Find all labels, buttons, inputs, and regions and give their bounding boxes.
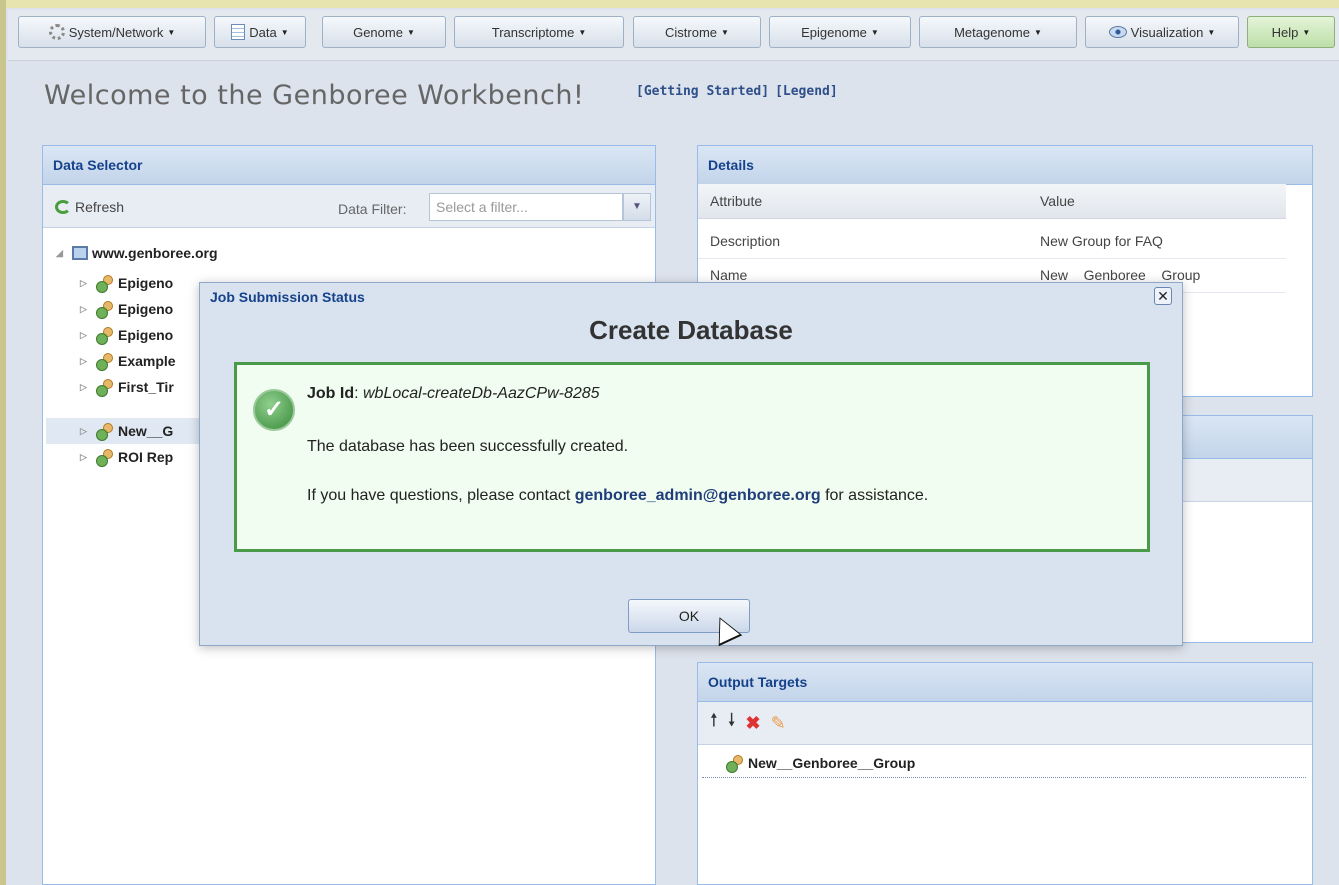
tree-item[interactable]: ▷ Epigeno bbox=[80, 272, 173, 294]
group-icon bbox=[96, 423, 114, 441]
data-selector-toolbar: Refresh Data Filter: Select a filter... … bbox=[43, 185, 655, 228]
divider bbox=[702, 777, 1306, 778]
tree-item[interactable]: ▷ New__G bbox=[80, 420, 173, 442]
output-targets-toolbar: 🠕 🠗 ✖ ✎ bbox=[698, 702, 1312, 745]
document-icon bbox=[231, 24, 246, 40]
caret-down-icon: ▼ bbox=[280, 27, 289, 37]
caret-down-icon: ▼ bbox=[870, 27, 879, 37]
caret-down-icon: ▼ bbox=[1302, 27, 1311, 37]
page-title: Welcome to the Genboree Workbench! bbox=[44, 80, 585, 111]
caret-down-icon: ▼ bbox=[406, 27, 415, 37]
epigenome-menu[interactable]: Epigenome ▼ bbox=[769, 16, 911, 48]
expand-icon[interactable]: ▷ bbox=[80, 356, 92, 367]
transcriptome-menu[interactable]: Transcriptome ▼ bbox=[454, 16, 624, 48]
metagenome-menu[interactable]: Metagenome ▼ bbox=[919, 16, 1077, 48]
group-icon bbox=[96, 353, 114, 371]
job-id-value: wbLocal-createDb-AazCPw-8285 bbox=[363, 385, 600, 402]
legend-link[interactable]: [Legend] bbox=[775, 84, 838, 99]
caret-down-icon: ▼ bbox=[167, 27, 176, 37]
success-message-box: ✓ Job Id: wbLocal-createDb-AazCPw-8285 T… bbox=[234, 362, 1150, 552]
expand-icon[interactable]: ▷ bbox=[80, 278, 92, 289]
data-filter-label: Data Filter: bbox=[338, 201, 407, 217]
refresh-button[interactable]: Refresh bbox=[55, 199, 124, 215]
column-header-value[interactable]: Value bbox=[1040, 193, 1075, 209]
group-icon bbox=[96, 327, 114, 345]
dialog-title: Job Submission Status bbox=[210, 289, 365, 305]
group-icon bbox=[726, 755, 744, 773]
move-up-icon[interactable]: 🠕 bbox=[710, 708, 718, 738]
main-toolbar: System/Network ▼ Data ▼ Genome ▼ Transcript… bbox=[8, 10, 1339, 61]
expand-icon[interactable]: ▷ bbox=[80, 304, 92, 315]
job-submission-dialog: Job Submission Status ✕ Create Database … bbox=[199, 282, 1183, 646]
details-title: Details bbox=[698, 146, 1312, 185]
group-icon bbox=[96, 275, 114, 293]
help-menu[interactable]: Help ▼ bbox=[1247, 16, 1335, 48]
close-icon[interactable]: ✕ bbox=[1154, 287, 1172, 305]
tree-item[interactable]: ▷ First_Tir bbox=[80, 376, 174, 398]
visualization-menu[interactable]: Visualization ▼ bbox=[1085, 16, 1239, 48]
group-icon bbox=[96, 449, 114, 467]
welcome-links: [Getting Started] [Legend] bbox=[636, 84, 844, 99]
tree-item[interactable]: ▷ Epigeno bbox=[80, 298, 173, 320]
group-icon bbox=[96, 379, 114, 397]
getting-started-link[interactable]: [Getting Started] bbox=[636, 84, 769, 99]
output-targets-title: Output Targets bbox=[698, 663, 1312, 702]
caret-down-icon: ▼ bbox=[721, 27, 729, 37]
gear-icon bbox=[48, 24, 65, 40]
eraser-icon[interactable]: ✎ bbox=[771, 713, 786, 734]
system-network-menu[interactable]: System/Network ▼ bbox=[18, 16, 206, 48]
table-row: Description New Group for FAQ bbox=[698, 224, 1286, 259]
cistrome-menu[interactable]: Cistrome ▼ bbox=[633, 16, 761, 48]
success-message: The database has been successfully creat… bbox=[307, 438, 629, 455]
computer-icon bbox=[72, 246, 88, 260]
output-targets-panel: Output Targets 🠕 🠗 ✖ ✎ New__Genboree__Gr… bbox=[697, 662, 1313, 885]
expand-icon[interactable]: ▷ bbox=[80, 330, 92, 341]
caret-down-icon: ▼ bbox=[1207, 27, 1216, 37]
remove-icon[interactable]: ✖ bbox=[745, 713, 760, 734]
dialog-heading: Create Database bbox=[589, 315, 793, 345]
tree-item[interactable]: ▷ Epigeno bbox=[80, 324, 173, 346]
expand-icon[interactable]: ▷ bbox=[80, 382, 92, 393]
contact-email-link[interactable]: genboree_admin@genboree.org bbox=[575, 487, 821, 504]
job-id-line: Job Id: wbLocal-createDb-AazCPw-8285 bbox=[307, 385, 600, 402]
collapse-icon[interactable]: ◢ bbox=[56, 248, 68, 259]
expand-icon[interactable]: ▷ bbox=[80, 452, 92, 463]
expand-icon[interactable]: ▷ bbox=[80, 426, 92, 437]
column-header-attribute[interactable]: Attribute bbox=[710, 193, 762, 209]
tree-item[interactable]: ▷ ROI Rep bbox=[80, 446, 173, 468]
contact-message: If you have questions, please contact ge… bbox=[307, 487, 929, 504]
chevron-down-icon[interactable]: ▼ bbox=[623, 193, 651, 221]
genome-menu[interactable]: Genome ▼ bbox=[322, 16, 446, 48]
move-down-icon[interactable]: 🠗 bbox=[728, 708, 736, 738]
checkmark-icon: ✓ bbox=[253, 389, 295, 431]
window-frame-top bbox=[0, 0, 1339, 8]
data-filter-select[interactable]: Select a filter... bbox=[429, 193, 623, 221]
data-menu[interactable]: Data ▼ bbox=[214, 16, 306, 48]
refresh-icon bbox=[55, 200, 71, 214]
group-icon bbox=[96, 301, 114, 319]
caret-down-icon: ▼ bbox=[578, 27, 587, 37]
data-selector-title: Data Selector bbox=[43, 146, 655, 185]
caret-down-icon: ▼ bbox=[1033, 27, 1042, 37]
window-frame-left bbox=[0, 0, 6, 885]
tree-item[interactable]: ▷ Example bbox=[80, 350, 176, 372]
output-target-item[interactable]: New__Genboree__Group bbox=[726, 755, 915, 773]
tree-root[interactable]: ◢ www.genboree.org bbox=[56, 242, 218, 264]
eye-icon bbox=[1108, 26, 1127, 38]
details-header-row: Attribute Value bbox=[698, 184, 1286, 219]
